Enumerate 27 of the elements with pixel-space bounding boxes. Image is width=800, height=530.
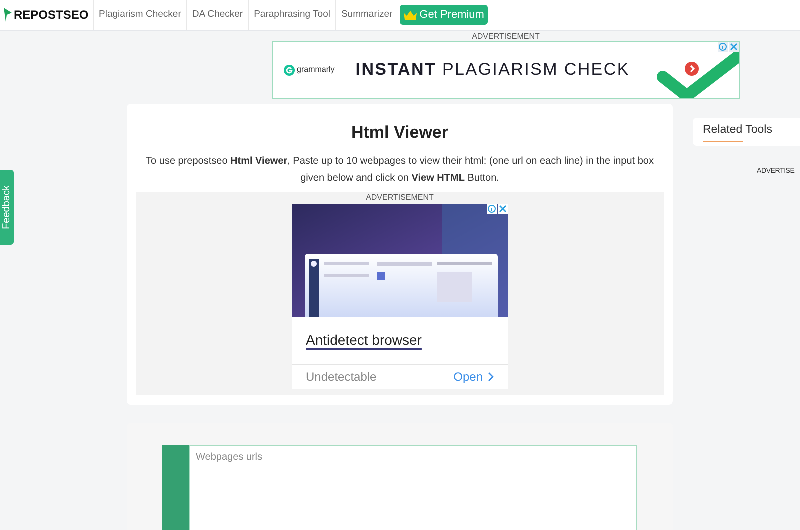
logo-icon xyxy=(3,7,13,23)
ad-info-icon[interactable] xyxy=(718,42,728,52)
ad-label: ADVERTISEMENT xyxy=(471,32,541,41)
open-button[interactable]: Open xyxy=(454,368,494,386)
ad-subtitle: Undetectable xyxy=(306,368,377,386)
page-title: Html Viewer xyxy=(351,122,448,144)
grammarly-logo-icon xyxy=(284,64,295,76)
nav-link[interactable]: Summarizer xyxy=(335,0,398,30)
grammarly-ad-banner[interactable]: grammarly INSTANT PLAGIARISM CHECK xyxy=(272,41,740,99)
nav-link[interactable]: DA Checker xyxy=(186,0,248,30)
input-field[interactable]: Webpages urls xyxy=(189,444,637,530)
intro-paragraph: To use prepostseo Html Viewer, Paste up to 10 webpages to view their html: (one url on each line) in the input box given below and click on View HTML Button. xyxy=(145,154,655,186)
related-tools-heading: Related Tools xyxy=(703,122,774,136)
nav-link[interactable]: Paraphrasing Tool xyxy=(248,0,336,30)
close-icon[interactable] xyxy=(729,42,739,52)
ad-headline: INSTANT PLAGIARISM CHECK xyxy=(356,59,630,82)
grammarly-brand: grammarly xyxy=(297,64,335,76)
ad-label: ADVERTISEMENT xyxy=(366,192,434,204)
ad-title-link[interactable]: Antidetect browser xyxy=(306,332,422,348)
crown-icon xyxy=(404,10,417,20)
checkmark-icon xyxy=(657,50,739,98)
chevron-right-icon xyxy=(488,372,494,382)
logo[interactable]: REPOSTSEO xyxy=(14,6,89,24)
close-icon[interactable] xyxy=(498,204,508,214)
ad-info-icon[interactable] xyxy=(487,204,497,214)
antidetect-ad-card[interactable]: Antidetect browser Undetectable Open xyxy=(292,204,508,388)
nav-link[interactable]: Plagiarism Checker xyxy=(93,0,186,30)
